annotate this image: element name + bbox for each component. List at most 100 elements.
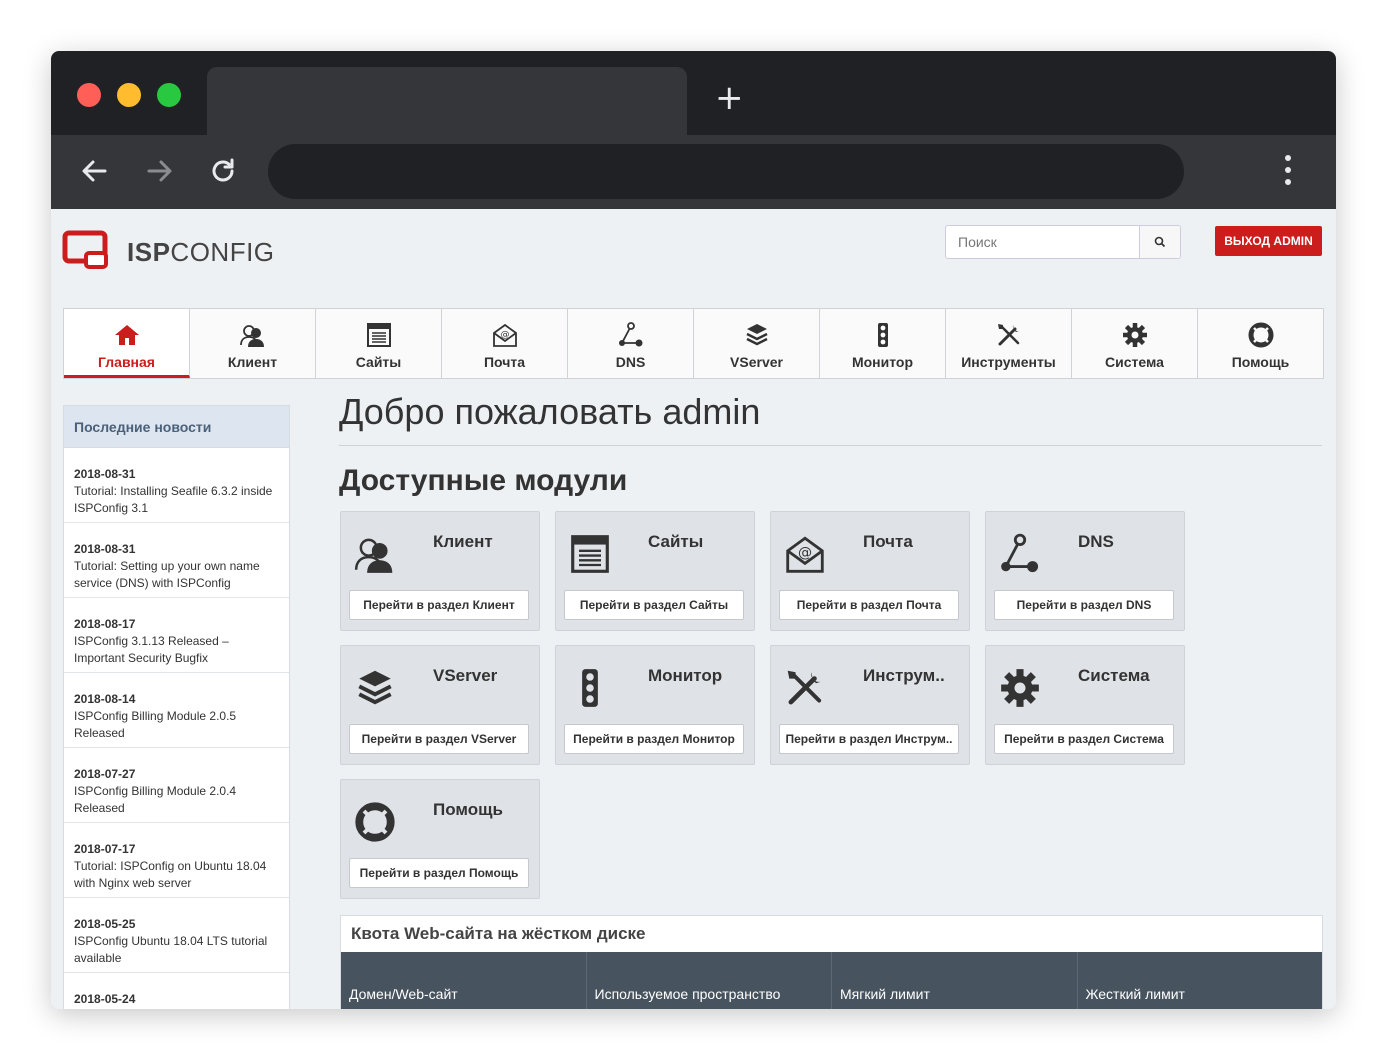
browser-window: + ISPCONFIG Поиск ВЫХОД ADMIN Главная Кл…: [51, 51, 1336, 1009]
close-window-button[interactable]: [77, 83, 101, 107]
nav-item-dns[interactable]: DNS: [568, 309, 694, 378]
module-open-button[interactable]: Перейти в раздел Сайты: [564, 590, 744, 620]
minimize-window-button[interactable]: [117, 83, 141, 107]
module-open-button[interactable]: Перейти в раздел Клиент: [349, 590, 529, 620]
news-item[interactable]: 2018-08-14 ISPConfig Billing Module 2.0.…: [64, 673, 289, 748]
module-open-button[interactable]: Перейти в раздел Почта: [779, 590, 959, 620]
search-input[interactable]: [946, 226, 1140, 258]
news-text: ISPConfig Billing Module 2.0.4 Released: [74, 784, 237, 815]
help-icon: [355, 802, 395, 842]
module-open-button[interactable]: Перейти в раздел VServer: [349, 724, 529, 754]
nav-item-client[interactable]: Клиент: [190, 309, 316, 378]
module-open-button[interactable]: Перейти в раздел Инструм..: [779, 724, 959, 754]
module-open-button[interactable]: Перейти в раздел DNS: [994, 590, 1174, 620]
monitor-icon: [877, 323, 888, 347]
module-card-dns: DNS Перейти в раздел DNS: [985, 511, 1185, 631]
news-item[interactable]: 2018-08-31 Tutorial: Setting up your own…: [64, 523, 289, 598]
nav-item-sites[interactable]: Сайты: [316, 309, 442, 378]
server-icon: [358, 670, 392, 705]
forward-arrow-icon[interactable]: [141, 153, 177, 189]
module-open-button[interactable]: Перейти в раздел Монитор: [564, 724, 744, 754]
module-card-mail: @ Почта Перейти в раздел Почта: [770, 511, 970, 631]
news-text: ISPConfig 3.1.13 Released – Important Se…: [74, 634, 229, 665]
module-title: Почта: [863, 532, 913, 551]
quota-title: Квота Web-сайта на жёстком диске: [351, 924, 646, 943]
reload-icon[interactable]: [205, 153, 241, 189]
news-date: 2018-05-24: [74, 992, 136, 1006]
tab-bar: +: [51, 51, 1336, 135]
module-card-monitor: Монитор Перейти в раздел Монитор: [555, 645, 755, 765]
nav-item-monitor[interactable]: Монитор: [820, 309, 946, 378]
nav-label: DNS: [615, 354, 646, 370]
search-box: [945, 225, 1181, 259]
news-item[interactable]: 2018-05-24: [64, 973, 289, 1009]
address-bar[interactable]: [268, 144, 1184, 199]
users-icon: [354, 538, 393, 573]
maximize-window-button[interactable]: [157, 83, 181, 107]
news-text: Tutorial: Setting up your own name servi…: [74, 559, 260, 590]
modules-heading: Доступные модули: [339, 464, 628, 497]
nav-label: VServer: [730, 354, 783, 370]
server-icon: [745, 324, 768, 346]
column-header[interactable]: Домен/Web-сайт: [341, 952, 587, 1009]
browser-menu-icon[interactable]: [1283, 155, 1293, 189]
module-title: Помощь: [433, 800, 503, 819]
nav-item-tools[interactable]: Инструменты: [946, 309, 1072, 378]
module-card-system: Система Перейти в раздел Система: [985, 645, 1185, 765]
nav-label: Главная: [98, 354, 155, 370]
news-item[interactable]: 2018-07-17 Tutorial: ISPConfig on Ubuntu…: [64, 823, 289, 898]
news-item[interactable]: 2018-05-25 ISPConfig Ubuntu 18.04 LTS tu…: [64, 898, 289, 973]
column-header[interactable]: Используемое пространство: [587, 952, 832, 1009]
news-date: 2018-07-27: [74, 767, 136, 781]
module-title: Клиент: [433, 532, 493, 551]
logo-icon: [62, 230, 108, 269]
column-header[interactable]: Мягкий лимит: [832, 952, 1078, 1009]
svg-text:@: @: [798, 545, 812, 561]
news-text: Tutorial: ISPConfig on Ubuntu 18.04 with…: [74, 859, 267, 890]
ispconfig-logo[interactable]: ISPCONFIG: [62, 229, 282, 279]
back-arrow-icon[interactable]: [77, 153, 113, 189]
ispconfig-page: ISPCONFIG ВЫХОД ADMIN Главная: [51, 209, 1336, 1009]
news-date: 2018-08-14: [74, 692, 136, 706]
tools-icon: [997, 324, 1019, 346]
search-button[interactable]: [1139, 226, 1180, 258]
nav-item-vserver[interactable]: VServer: [694, 309, 820, 378]
module-title: DNS: [1078, 532, 1114, 551]
nav-item-system[interactable]: Система: [1072, 309, 1198, 378]
browser-tab[interactable]: [207, 67, 687, 135]
sites-icon: [366, 323, 391, 347]
news-item[interactable]: 2018-08-31 Tutorial: Installing Seafile …: [64, 448, 289, 523]
nav-item-help[interactable]: Помощь: [1198, 309, 1323, 378]
logo-text-bold: ISP: [127, 237, 171, 267]
new-tab-button[interactable]: +: [715, 81, 744, 115]
column-header[interactable]: Жесткий лимит: [1078, 952, 1323, 1009]
news-sidebar: Последние новости 2018-08-31 Tutorial: I…: [63, 405, 290, 1009]
home-icon: [114, 325, 139, 345]
module-card-sites: Сайты Перейти в раздел Сайты: [555, 511, 755, 631]
nav-label: Монитор: [851, 354, 914, 370]
news-date: 2018-08-17: [74, 617, 136, 631]
module-card-tools: Инструм.. Перейти в раздел Инструм..: [770, 645, 970, 765]
module-card-vserver: VServer Перейти в раздел VServer: [340, 645, 540, 765]
news-item[interactable]: 2018-07-27 ISPConfig Billing Module 2.0.…: [64, 748, 289, 823]
nav-item-home[interactable]: Главная: [64, 309, 190, 378]
module-open-button[interactable]: Перейти в раздел Система: [994, 724, 1174, 754]
module-card-client: Клиент Перейти в раздел Клиент: [340, 511, 540, 631]
svg-text:@: @: [500, 330, 509, 340]
mail-icon: @: [786, 536, 824, 573]
quota-table-header: Домен/Web-сайт Используемое пространство…: [341, 952, 1322, 1009]
nav-label: Помощь: [1231, 354, 1290, 370]
logout-button[interactable]: ВЫХОД ADMIN: [1215, 226, 1322, 256]
news-text: Tutorial: Installing Seafile 6.3.2 insid…: [74, 484, 273, 515]
nav-label: Сайты: [355, 354, 402, 370]
module-title: Монитор: [648, 666, 723, 685]
news-item[interactable]: 2018-08-17 ISPConfig 3.1.13 Released – I…: [64, 598, 289, 673]
main-content: Добро пожаловать admin Доступные модули …: [339, 391, 1323, 1009]
main-navigation: Главная Клиент Сайты @ Почта DNS VServer…: [63, 308, 1324, 379]
nav-label: Инструменты: [961, 354, 1056, 370]
module-open-button[interactable]: Перейти в раздел Помощь: [349, 858, 529, 888]
nav-item-mail[interactable]: @ Почта: [442, 309, 568, 378]
module-title: VServer: [433, 666, 498, 685]
gear-icon: [1001, 669, 1039, 707]
news-date: 2018-08-31: [74, 542, 136, 556]
